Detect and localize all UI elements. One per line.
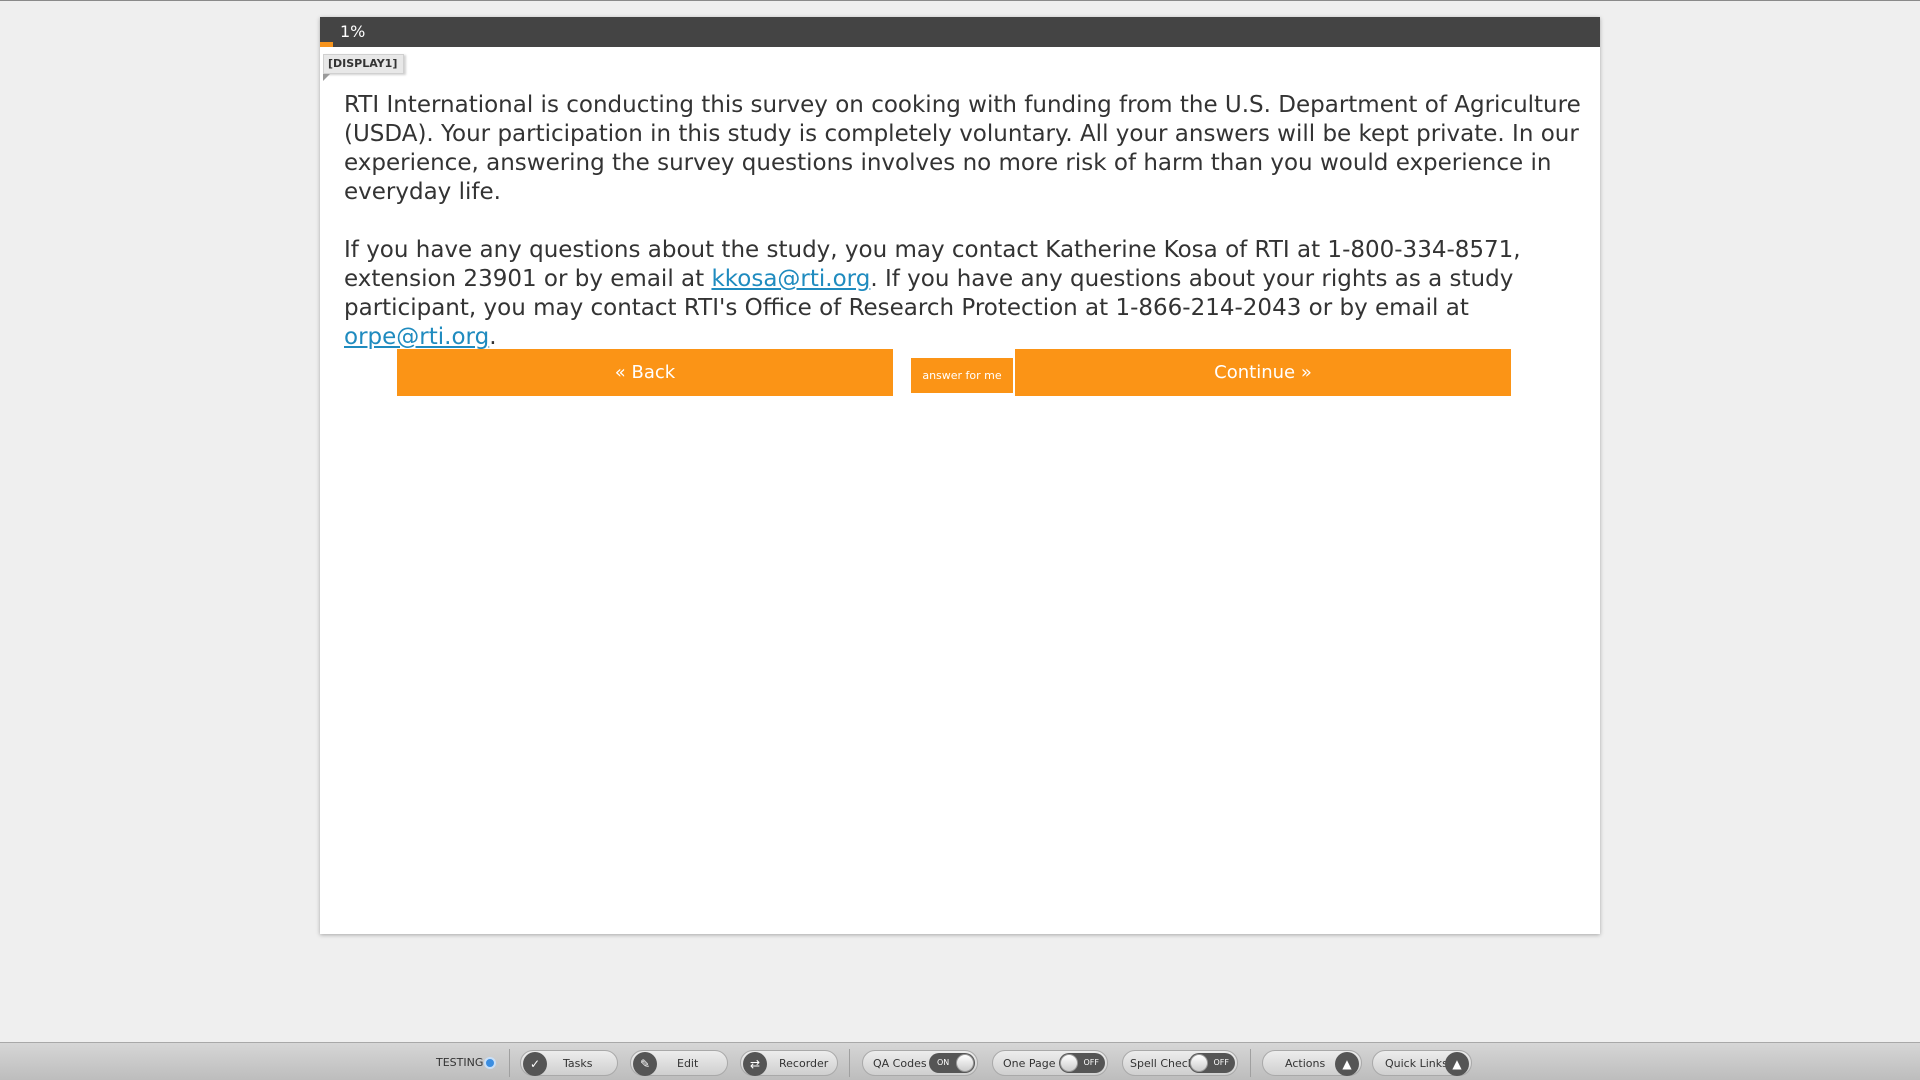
check-icon: ✓ [523,1052,547,1076]
qa-codes-switch[interactable]: ON [929,1053,975,1073]
survey-card: 1% [DISPLAY1] RTI International is condu… [320,17,1600,934]
consent-text: RTI International is conducting this sur… [344,91,1584,352]
consent-paragraph-2: If you have any questions about the stud… [344,236,1584,352]
toolbar-separator [509,1049,510,1077]
qa-codes-toggle[interactable]: QA Codes ON [862,1050,978,1076]
question-label-tail [323,74,330,81]
email-link-orpe[interactable]: orpe@rti.org [344,324,489,350]
spell-check-label: Spell Check [1130,1057,1195,1070]
actions-button[interactable]: Actions ▲ [1262,1050,1362,1076]
qa-codes-state: ON [937,1058,950,1067]
quick-links-label: Quick Links [1385,1057,1448,1070]
progress-percent: 1% [340,22,366,41]
email-link-kkosa[interactable]: kkosa@rti.org [711,266,870,292]
continue-button[interactable]: Continue » [1015,349,1511,396]
toggle-knob [956,1054,974,1072]
spell-check-switch[interactable]: OFF [1189,1053,1235,1073]
tasks-button[interactable]: ✓ Tasks [520,1050,618,1076]
actions-label: Actions [1285,1057,1326,1070]
testing-label: TESTING [436,1056,484,1069]
tasks-label: Tasks [563,1057,593,1070]
spell-check-state: OFF [1213,1058,1230,1067]
pencil-icon: ✎ [633,1052,657,1076]
qa-codes-label: QA Codes [873,1057,927,1070]
window-top-border [0,0,1920,1]
answer-for-me-button[interactable]: answer for me [911,358,1013,393]
recorder-button[interactable]: ⇄ Recorder [740,1050,838,1076]
edit-button[interactable]: ✎ Edit [630,1050,728,1076]
toolbar-separator [849,1049,850,1077]
one-page-switch[interactable]: OFF [1059,1053,1105,1073]
edit-label: Edit [677,1057,699,1070]
toggle-knob [1190,1054,1208,1072]
spell-check-toggle[interactable]: Spell Check OFF [1122,1050,1238,1076]
triangle-up-icon: ▲ [1445,1052,1469,1076]
back-button[interactable]: « Back [397,349,893,396]
consent-paragraph-1: RTI International is conducting this sur… [344,92,1581,205]
triangle-up-icon: ▲ [1335,1052,1359,1076]
toolbar-separator [1250,1049,1251,1077]
recorder-label: Recorder [779,1057,829,1070]
quick-links-button[interactable]: Quick Links ▲ [1372,1050,1472,1076]
toggle-knob [1060,1054,1078,1072]
testing-status-icon[interactable] [484,1057,496,1069]
dev-toolbar: TESTING ✓ Tasks ✎ Edit ⇄ Recorder QA Cod… [0,1042,1920,1080]
one-page-state: OFF [1083,1058,1100,1067]
recorder-icon: ⇄ [743,1052,767,1076]
question-label: [DISPLAY1] [323,54,405,74]
progress-bar: 1% [320,17,1600,47]
consent-text-part: . [489,324,497,350]
one-page-toggle[interactable]: One Page OFF [992,1050,1108,1076]
one-page-label: One Page [1003,1057,1056,1070]
progress-fill [320,42,333,47]
